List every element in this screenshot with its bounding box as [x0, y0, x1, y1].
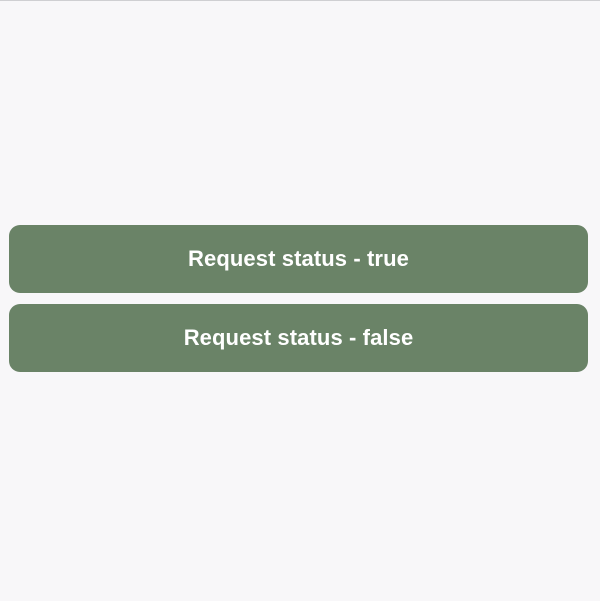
- app-screen: Request status - true Request status - f…: [0, 1, 600, 601]
- request-status-true-button[interactable]: Request status - true: [9, 225, 588, 293]
- request-status-false-button[interactable]: Request status - false: [9, 304, 588, 372]
